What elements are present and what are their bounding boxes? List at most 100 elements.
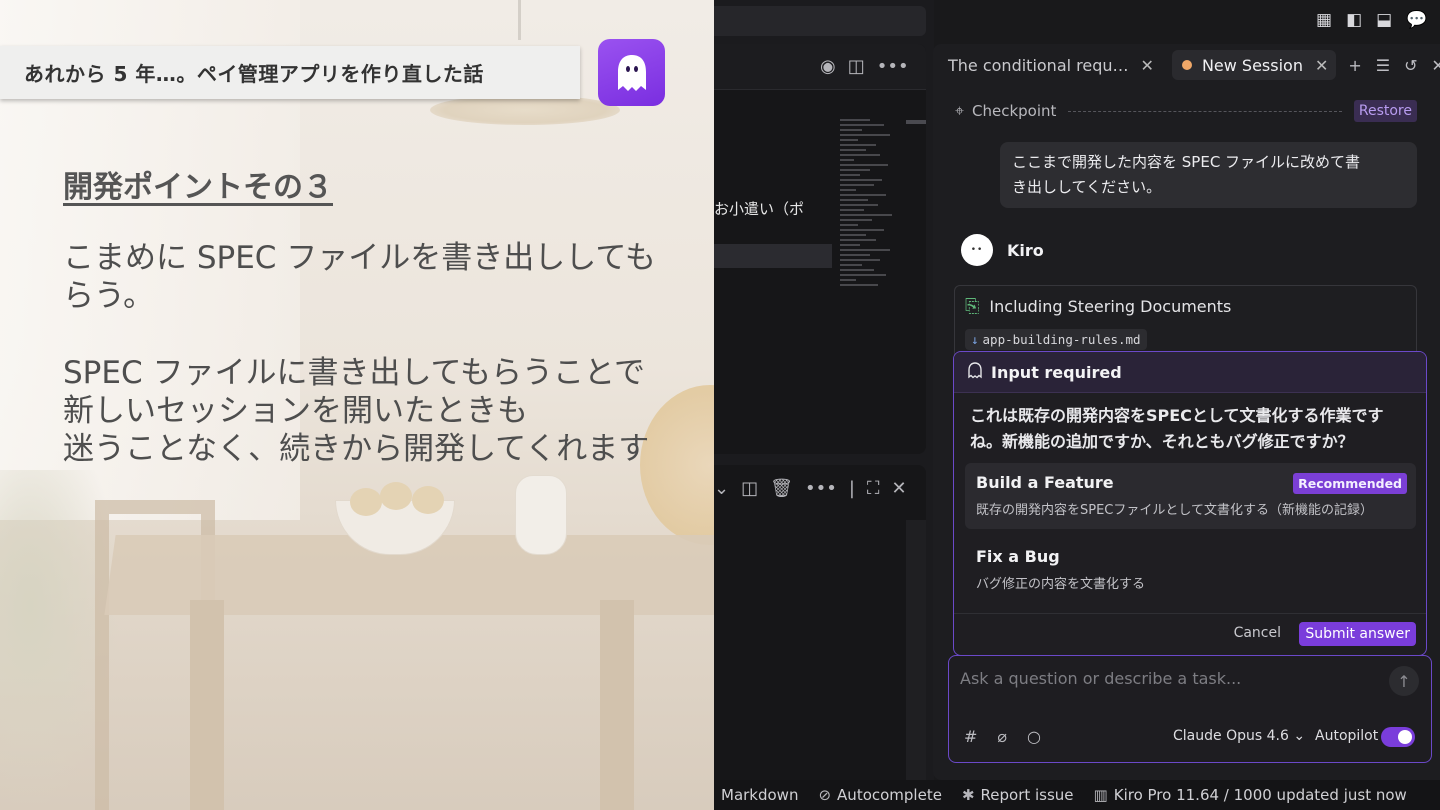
markdown-file-icon: ↓ [971,332,979,347]
command-search-bar[interactable] [714,6,926,36]
chevron-down-icon[interactable]: ⌄ [714,478,729,499]
prompt-box: Ask a question or describe a task... ↑ #… [948,655,1432,763]
option-title: Fix a Bug [976,547,1060,566]
chart-icon: ▥ [1093,786,1108,804]
question-line: ね。新機能の追加ですか、それともバグ修正ですか？ [970,432,1354,451]
split-terminal-icon[interactable]: ◫ [741,478,758,499]
avatar: •• [961,234,993,266]
user-message: ここまで開発した内容を SPEC ファイルに改めて書 き出ししてください。 [1000,142,1417,208]
background-fruit [412,486,444,514]
language-mode[interactable]: Markdown [721,786,798,804]
input-required-header: Input required [954,352,1426,393]
language-label: Markdown [721,786,799,804]
document-add-icon: ⎘ [965,296,980,317]
background-fruit [380,482,412,510]
slide-title-bar: あれから 5 年…。ペイ管理アプリを作り直した話 [0,46,580,99]
steering-file-chip[interactable]: ↓ app-building-rules.md [965,329,1147,350]
ghost-app-icon [598,39,665,106]
editor-pane-header: ◉ ◫ ••• [714,44,926,90]
bug-icon: ✱ [961,786,975,804]
tab-label: The conditional requ… [948,55,1129,75]
question-line: これは既存の開発内容をSPECとして文書化する作業です [970,406,1384,425]
location-pin-icon: ⌖ [955,101,965,120]
editor-area: ◉ ◫ ••• お小遣い（ポ ⌄ ◫ 🗑 ••• | ⛶ ✕ [714,0,934,780]
slide-heading: 開発ポイントその３ [63,170,333,205]
more-icon[interactable]: ••• [877,56,909,77]
background-fruit [350,488,382,516]
circle-icon[interactable]: ○ [1027,727,1041,746]
usage-label: Kiro Pro 11.64 / 1000 updated just now [1113,786,1407,804]
unsaved-dot-icon [1181,60,1192,70]
file-name: app-building-rules.md [982,332,1141,347]
slide: あれから 5 年…。ペイ管理アプリを作り直した話 開発ポイントその３ こまめに … [0,0,714,810]
model-selector[interactable]: Claude Opus 4.6 ⌄ [1173,728,1305,744]
slide-line: こまめに SPEC ファイルを書き出ししても [63,240,656,276]
tab-actions: + ☰ ↺ ✕ [1348,56,1440,75]
chevron-down-icon: ⌄ [1293,728,1306,744]
background-vase [515,475,567,555]
plus-icon[interactable]: + [1348,56,1361,75]
paperclip-icon[interactable]: ⌀ [997,727,1007,746]
slide-line: らう。 [63,278,155,314]
background-lamp [430,95,620,125]
divider: | [848,478,855,499]
close-icon[interactable]: ✕ [1432,56,1440,75]
tab-previous-session[interactable]: The conditional requ… ✕ [933,50,1162,80]
scrollbar[interactable] [906,520,926,780]
background-table-leg [190,600,224,810]
report-label: Report issue [980,786,1074,804]
slide-line: SPEC ファイルに書き出してもらうことで [63,355,646,391]
slide-paragraph-2: SPEC ファイルに書き出してもらうことで 新しいセッションを開いたときも 迷う… [63,354,649,468]
toggle-panel-icon[interactable]: ⬓ [1376,10,1392,30]
close-icon[interactable]: ✕ [1315,56,1328,75]
assistant-header: •• Kiro [961,234,1044,266]
maximize-icon[interactable]: ⛶ [867,478,880,499]
tab-label: New Session [1201,55,1303,75]
send-arrow-icon[interactable]: ↑ [1389,666,1419,696]
split-editor-icon[interactable]: ◫ [848,56,865,77]
close-icon[interactable]: ✕ [892,478,907,499]
preview-icon[interactable]: ◉ [820,56,836,77]
tab-new-session[interactable]: New Session ✕ [1171,50,1337,80]
restore-button[interactable]: Restore [1353,100,1417,122]
autopilot-toggle[interactable] [1381,727,1415,747]
autocomplete-label: Autocomplete [837,786,942,804]
input-card-footer: Cancel Submit answer [954,613,1426,655]
submit-answer-button[interactable]: Submit answer [1299,622,1416,646]
background-orange [640,385,714,545]
usage-status[interactable]: ▥ Kiro Pro 11.64 / 1000 updated just now [1094,786,1407,804]
minimap[interactable] [840,116,904,386]
autocomplete-status[interactable]: ⊘ Autocomplete [818,786,941,804]
session-list-icon[interactable]: ☰ [1376,56,1390,75]
toggle-sidebar-icon[interactable]: ◧ [1346,10,1362,30]
recommended-badge: Recommended [1293,473,1407,494]
hash-icon[interactable]: # [964,727,977,746]
option-build-feature[interactable]: Build a Feature 既存の開発内容をSPECファイルとして文書化する… [965,463,1416,529]
status-bar: Markdown ⊘ Autocomplete ✱ Report issue ▥ Ki… [714,780,1440,810]
option-fix-bug[interactable]: Fix a Bug バグ修正の内容を文書化する [965,537,1416,603]
assistant-name: Kiro [1007,240,1044,260]
more-icon[interactable]: ••• [805,478,837,499]
close-icon[interactable]: ✕ [1141,56,1154,75]
prompt-tools: # ⌀ ○ [964,727,1041,746]
option-description: バグ修正の内容を文書化する [976,577,1146,592]
autopilot-label: Autopilot [1315,728,1379,744]
history-icon[interactable]: ↺ [1404,56,1417,75]
divider [1068,110,1342,112]
layout-icon[interactable]: ▦ [1316,10,1332,30]
report-issue[interactable]: ✱ Report issue [962,786,1074,804]
trash-icon[interactable]: 🗑 [770,478,793,499]
autocomplete-off-icon: ⊘ [818,786,832,804]
input-required-title: Input required [991,362,1122,382]
cancel-button[interactable]: Cancel [1234,625,1281,641]
editor-current-line [714,244,832,268]
window-layout-controls: ▦ ◧ ⬓ 💬 [1316,10,1427,30]
editor-pane: ◉ ◫ ••• お小遣い（ポ [714,44,926,454]
slide-paragraph-1: こまめに SPEC ファイルを書き出ししても らう。 [63,239,656,315]
chat-icon[interactable]: 💬 [1406,10,1427,30]
slide-title: あれから 5 年…。ペイ管理アプリを作り直した話 [24,62,484,86]
background-lamp-cord [518,0,521,40]
prompt-input[interactable]: Ask a question or describe a task... [960,669,1241,688]
terminal-pane: ⌄ ◫ 🗑 ••• | ⛶ ✕ [714,465,926,780]
scrollbar[interactable] [906,120,926,124]
